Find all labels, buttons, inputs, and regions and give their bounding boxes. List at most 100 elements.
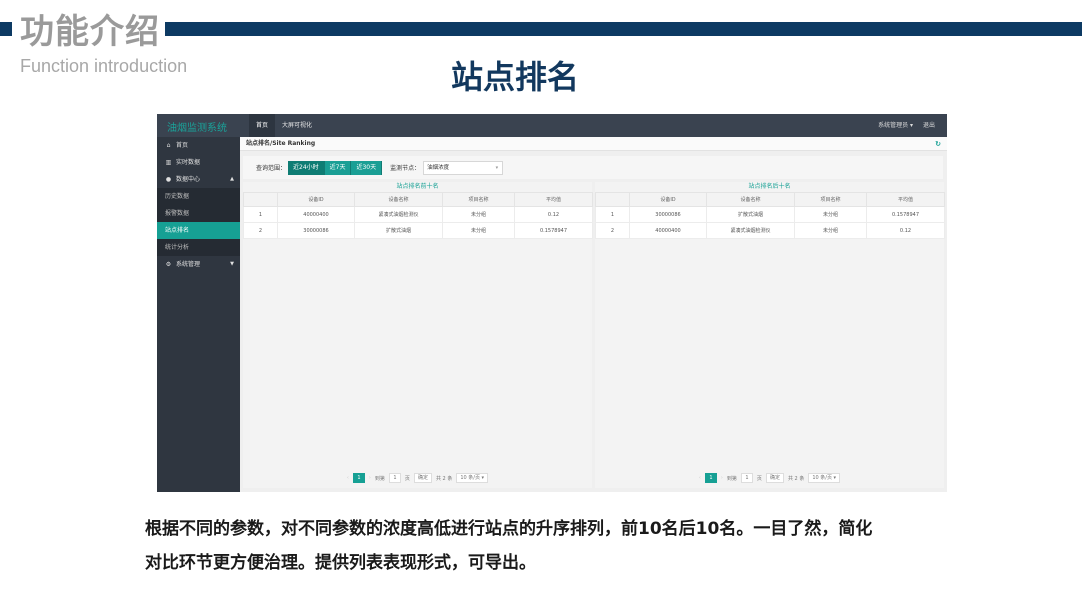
page-size-select[interactable]: 10 条/页 ▾	[456, 473, 489, 483]
main-content: 站点排名/Site Ranking ↻ 查询范围： 近24小时 近7天 近30天…	[240, 137, 947, 492]
table-cell: 40000400	[277, 206, 355, 223]
ranking-table: 设备ID 设备名称 项目名称 平均值 1 30000086 扩散式油烟 未分组 …	[595, 192, 945, 239]
table-cell: 扩散式油烟	[354, 222, 443, 239]
table-cell: 0.12	[866, 222, 945, 239]
bar-chart-icon: ▥	[165, 159, 172, 166]
monitor-select-value: 油烟浓度	[427, 164, 450, 171]
sidebar-item-home[interactable]: ⌂ 首页	[157, 137, 240, 154]
table-row[interactable]: 2 30000086 扩散式油烟 未分组 0.1578947	[243, 222, 593, 239]
monitor-select[interactable]: 油烟浓度 ▾	[423, 160, 504, 175]
sidebar-item-data-center[interactable]: ● 数据中心 ▲	[157, 171, 240, 188]
table-cell: 未分组	[794, 222, 867, 239]
table-cell: 未分组	[794, 206, 867, 223]
table-cell: 30000086	[629, 206, 707, 223]
table-cell: 40000400	[629, 222, 707, 239]
table-cell: 0.1578947	[514, 222, 593, 239]
column-header[interactable]: 平均值	[866, 192, 945, 207]
table-cell: 紧凑式油烟检测仪	[354, 206, 443, 223]
range-30d-button[interactable]: 近30天	[351, 160, 383, 175]
current-page-button[interactable]: 1	[352, 473, 365, 483]
app-screenshot: 油烟监测系统 首页 大屏可视化 系统管理员 ▾ 退出 ⌂ 首页 ▥ 实时数据 ●…	[157, 114, 947, 492]
sidebar-item-history[interactable]: 历史数据	[157, 188, 240, 205]
table-cell: 30000086	[277, 222, 355, 239]
table-row[interactable]: 2 40000400 紧凑式油烟检测仪 未分组 0.12	[595, 222, 945, 239]
table-row[interactable]: 1 30000086 扩散式油烟 未分组 0.1578947	[595, 206, 945, 223]
sidebar-item-realtime[interactable]: ▥ 实时数据	[157, 154, 240, 171]
goto-page-input[interactable]: 1	[388, 473, 401, 483]
column-header[interactable]: 设备ID	[629, 192, 707, 207]
filter-bar: 查询范围： 近24小时 近7天 近30天 监测节点： 油烟浓度 ▾	[243, 156, 943, 179]
column-header	[243, 192, 278, 207]
sidebar-item-label: 实时数据	[176, 159, 201, 166]
table-cell: 1	[595, 206, 630, 223]
table-cell: 0.12	[514, 206, 593, 223]
header-accent-square	[0, 22, 12, 36]
description-line: 根据不同的参数，对不同参数的浓度高低进行站点的升序排列，前10名后10名。一目了…	[145, 519, 873, 539]
sidebar: ⌂ 首页 ▥ 实时数据 ● 数据中心 ▲ 历史数据 报警数据 站点排名 统计分析…	[157, 137, 240, 492]
next-page-button[interactable]: ›	[369, 475, 371, 481]
table-cell: 未分组	[442, 222, 515, 239]
column-header[interactable]: 项目名称	[442, 192, 515, 207]
table-cell: 2	[243, 222, 278, 239]
user-menu[interactable]: 系统管理员 ▾	[878, 114, 913, 137]
table-cell: 0.1578947	[866, 206, 945, 223]
logout-link[interactable]: 退出	[923, 114, 935, 137]
top-bar: 油烟监测系统 首页 大屏可视化 系统管理员 ▾ 退出	[157, 114, 947, 137]
sidebar-item-label: 首页	[176, 142, 189, 149]
panel-title: 站点排名前十名	[396, 183, 439, 190]
home-icon: ⌂	[166, 142, 171, 149]
bottom-ten-panel: 站点排名后十名 设备ID 设备名称 项目名称 平均值 1 30000086 扩散…	[595, 182, 945, 488]
app-logo: 油烟监测系统	[167, 123, 227, 134]
header-title: 功能介绍	[20, 12, 160, 52]
page-size-select[interactable]: 10 条/页 ▾	[808, 473, 841, 483]
ranking-table: 设备ID 设备名称 项目名称 平均值 1 40000400 紧凑式油烟检测仪 未…	[243, 192, 593, 239]
top-nav-dashboard[interactable]: 大屏可视化	[275, 114, 319, 137]
next-page-button[interactable]: ›	[721, 475, 723, 481]
top-nav-home[interactable]: 首页	[249, 114, 276, 137]
dashboard-icon: ●	[165, 176, 172, 183]
column-header[interactable]: 项目名称	[794, 192, 867, 207]
goto-page-input[interactable]: 1	[740, 473, 753, 483]
range-button-group: 近24小时 近7天 近30天	[288, 160, 383, 175]
column-header[interactable]: 设备ID	[277, 192, 355, 207]
table-cell: 扩散式油烟	[706, 206, 795, 223]
table-cell: 2	[595, 222, 630, 239]
range-24h-button[interactable]: 近24小时	[288, 160, 325, 175]
sidebar-item-system[interactable]: ⚙ 系统管理 ▼	[157, 256, 240, 273]
table-row[interactable]: 1 40000400 紧凑式油烟检测仪 未分组 0.12	[243, 206, 593, 223]
column-header[interactable]: 平均值	[514, 192, 593, 207]
column-header[interactable]: 设备名称	[354, 192, 443, 207]
pagination: ‹ 1 › 到第 1 页 确定 共 2 条 10 条/页 ▾	[595, 473, 944, 483]
top-ten-panel: 站点排名前十名 设备ID 设备名称 项目名称 平均值 1 40000400 紧凑…	[243, 182, 593, 488]
total-count: 共 2 条	[787, 475, 805, 482]
gears-icon: ⚙	[165, 261, 172, 268]
page-unit-label: 页	[404, 475, 410, 482]
caret-up-icon: ▲	[230, 176, 234, 182]
goto-label: 到第	[726, 475, 737, 482]
chevron-down-icon: ▾	[495, 164, 499, 171]
table-cell: 1	[243, 206, 278, 223]
range-7d-button[interactable]: 近7天	[324, 160, 352, 175]
page-unit-label: 页	[756, 475, 762, 482]
prev-page-button[interactable]: ‹	[347, 475, 349, 481]
breadcrumb: 站点排名/Site Ranking ↻	[240, 137, 947, 151]
goto-confirm-button[interactable]: 确定	[413, 473, 432, 483]
current-page-button[interactable]: 1	[704, 473, 717, 483]
top-nav: 首页 大屏可视化	[249, 114, 319, 137]
slide-title: 站点排名	[450, 58, 579, 96]
top-right-menu: 系统管理员 ▾ 退出	[878, 114, 935, 137]
sidebar-item-ranking[interactable]: 站点排名	[157, 222, 240, 239]
goto-confirm-button[interactable]: 确定	[765, 473, 784, 483]
sidebar-item-stats[interactable]: 统计分析	[157, 239, 240, 256]
sidebar-item-label: 数据中心	[176, 176, 201, 183]
sidebar-item-alarm[interactable]: 报警数据	[157, 205, 240, 222]
sidebar-item-label: 系统管理	[176, 261, 201, 268]
table-cell: 未分组	[442, 206, 515, 223]
prev-page-button[interactable]: ‹	[699, 475, 701, 481]
column-header[interactable]: 设备名称	[706, 192, 795, 207]
range-label: 查询范围：	[256, 165, 287, 172]
column-header	[595, 192, 630, 207]
refresh-icon[interactable]: ↻	[935, 137, 941, 151]
pagination: ‹ 1 › 到第 1 页 确定 共 2 条 10 条/页 ▾	[243, 473, 592, 483]
description: 根据不同的参数，对不同参数的浓度高低进行站点的升序排列，前10名后10名。一目了…	[145, 512, 985, 580]
